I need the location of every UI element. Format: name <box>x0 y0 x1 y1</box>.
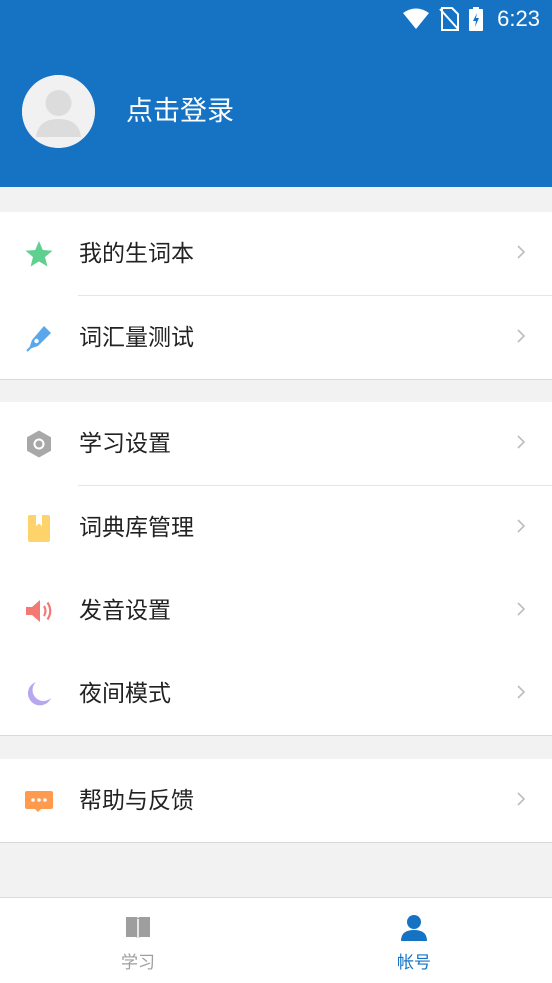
no-sim-icon <box>439 7 460 31</box>
menu-item-label: 发音设置 <box>79 597 171 624</box>
user-icon <box>400 914 428 946</box>
avatar[interactable] <box>22 75 95 148</box>
menu-item-vocab-test[interactable]: 词汇量测试 <box>0 296 552 379</box>
tab-account[interactable]: 帐号 <box>276 898 552 983</box>
menu-group-settings: 学习设置 词典库管理 发音设置 夜间模式 <box>0 402 552 736</box>
menu-item-label: 我的生词本 <box>79 240 194 267</box>
bookmark-icon <box>22 511 56 545</box>
chevron-right-icon <box>516 244 526 264</box>
menu-item-label: 帮助与反馈 <box>79 787 194 814</box>
menu-item-label: 词典库管理 <box>79 514 194 541</box>
menu-item-wordbook[interactable]: 我的生词本 <box>0 212 552 295</box>
battery-charging-icon <box>469 7 484 31</box>
menu-item-label: 夜间模式 <box>79 680 171 707</box>
menu-item-help-feedback[interactable]: 帮助与反馈 <box>0 759 552 842</box>
hexagon-settings-icon <box>22 427 56 461</box>
menu-item-label: 学习设置 <box>79 430 171 457</box>
moon-icon <box>22 677 56 711</box>
status-time: 6:23 <box>497 6 540 31</box>
book-icon <box>124 914 152 946</box>
star-icon <box>22 237 56 271</box>
menu-item-dictionary-manage[interactable]: 词典库管理 <box>0 486 552 569</box>
bottom-tab-bar: 学习 帐号 <box>0 897 552 983</box>
chevron-right-icon <box>516 791 526 811</box>
menu-group-help: 帮助与反馈 <box>0 759 552 843</box>
chevron-right-icon <box>516 328 526 348</box>
menu-item-label: 词汇量测试 <box>79 324 194 351</box>
tab-study[interactable]: 学习 <box>0 898 276 983</box>
login-link[interactable]: 点击登录 <box>126 93 234 131</box>
chevron-right-icon <box>516 601 526 621</box>
chat-bubble-icon <box>22 784 56 818</box>
menu-item-pronunciation[interactable]: 发音设置 <box>0 569 552 652</box>
chevron-right-icon <box>516 518 526 538</box>
chevron-right-icon <box>516 434 526 454</box>
pen-icon <box>22 321 56 355</box>
speaker-icon <box>22 594 56 628</box>
status-bar: 6:23 <box>403 0 552 38</box>
tab-label: 帐号 <box>397 953 431 973</box>
default-avatar-icon <box>22 75 95 148</box>
chevron-right-icon <box>516 684 526 704</box>
tab-label: 学习 <box>121 953 155 973</box>
wifi-icon <box>403 8 430 30</box>
profile-header: 6:23 点击登录 <box>0 0 552 187</box>
menu-item-night-mode[interactable]: 夜间模式 <box>0 652 552 735</box>
menu-group-vocabulary: 我的生词本 词汇量测试 <box>0 212 552 380</box>
menu-item-study-settings[interactable]: 学习设置 <box>0 402 552 485</box>
